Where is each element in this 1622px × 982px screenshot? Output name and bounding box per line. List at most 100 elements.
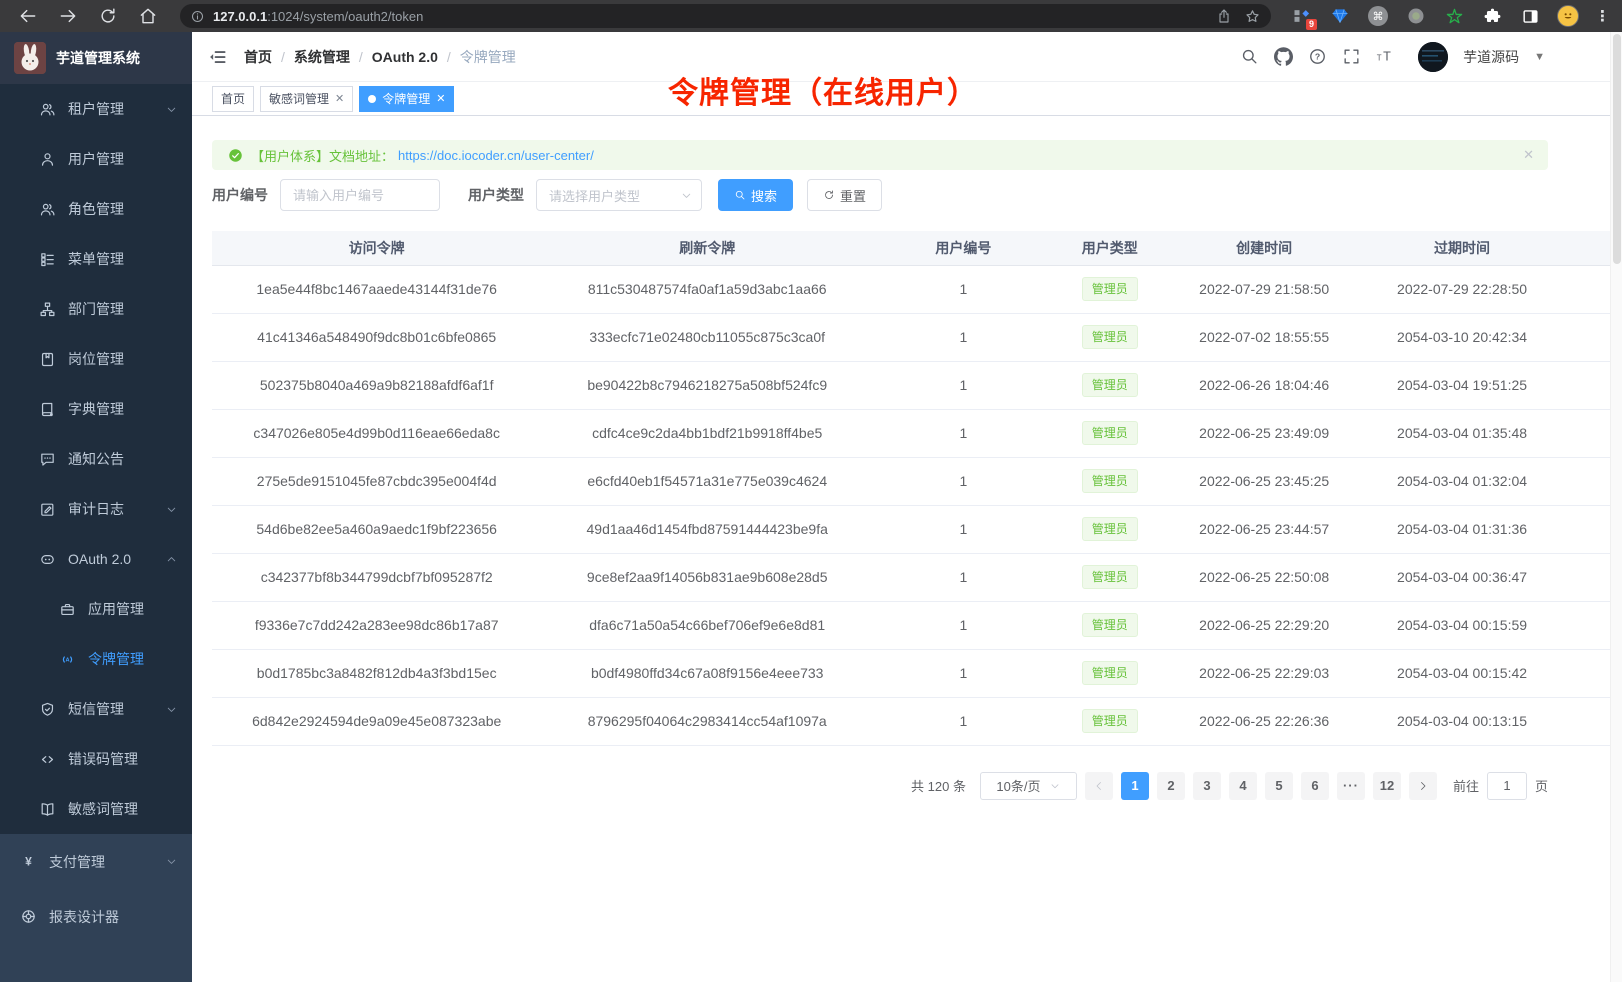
page-scrollbar[interactable] <box>1610 32 1622 982</box>
column-header: 用户编号 <box>873 231 1054 265</box>
access-token-cell: 54d6be82ee5a460a9aedc1f9bf223656 <box>212 505 541 553</box>
user-id-cell: 1 <box>873 505 1054 553</box>
breadcrumb-item-home[interactable]: 首页 <box>244 47 272 67</box>
page-button-6[interactable]: 6 <box>1301 772 1329 800</box>
sidebar-item-notice[interactable]: 通知公告 <box>0 434 192 484</box>
tab-close-icon[interactable]: ✕ <box>335 92 344 105</box>
pay-icon <box>20 853 37 870</box>
user-type-cell: 管理员 <box>1054 601 1166 649</box>
chevron-left-icon <box>1093 780 1105 792</box>
sidebar-item-dict[interactable]: 字典管理 <box>0 384 192 434</box>
page-size-select[interactable]: 10条/页 <box>980 772 1077 800</box>
reset-button[interactable]: 重置 <box>807 179 882 211</box>
sidebar-item-oauth2[interactable]: OAuth 2.0 <box>0 534 192 584</box>
browser-forward-icon[interactable] <box>58 6 78 26</box>
extension-command-icon[interactable]: ⌘ <box>1367 5 1389 27</box>
prev-page-button[interactable] <box>1085 772 1113 800</box>
search-form: 用户编号 用户类型 请选择用户类型 搜索 重置 <box>212 179 1548 211</box>
fullscreen-icon[interactable] <box>1342 47 1361 66</box>
expire-time-cell: 2054-03-04 00:15:59 <box>1363 601 1562 649</box>
profile-avatar-icon[interactable] <box>1557 5 1579 27</box>
share-icon[interactable] <box>1216 8 1232 24</box>
user-id-cell: 1 <box>873 409 1054 457</box>
extensions-puzzle-icon[interactable] <box>1481 5 1503 27</box>
breadcrumb-item-oauth2[interactable]: OAuth 2.0 <box>372 49 438 65</box>
sidebar-item-role[interactable]: 角色管理 <box>0 184 192 234</box>
sidebar-item-sensitive-word[interactable]: 敏感词管理 <box>0 784 192 834</box>
username[interactable]: 芋道源码 <box>1463 47 1519 67</box>
tab-close-icon[interactable]: ✕ <box>436 92 445 105</box>
page-button-5[interactable]: 5 <box>1265 772 1293 800</box>
user-type-cell: 管理员 <box>1054 505 1166 553</box>
browser-home-icon[interactable] <box>138 6 158 26</box>
github-icon[interactable] <box>1274 47 1293 66</box>
sidebar-item-label: 支付管理 <box>49 852 105 872</box>
sidebar-item-tenant[interactable]: 租户管理 <box>0 84 192 134</box>
sidebar-item-audit-log[interactable]: 审计日志 <box>0 484 192 534</box>
top-navbar: 首页/ 系统管理/ OAuth 2.0/ 令牌管理 ? TT 芋道源码 ▼ <box>192 32 1622 82</box>
sidebar-item-oauth2-token[interactable]: 令牌管理 <box>0 634 192 684</box>
sidebar-item-dept[interactable]: 部门管理 <box>0 284 192 334</box>
page-more-button[interactable]: ··· <box>1337 772 1365 800</box>
page-button-2[interactable]: 2 <box>1157 772 1185 800</box>
help-icon[interactable]: ? <box>1308 47 1327 66</box>
goto-page-input[interactable] <box>1487 772 1527 800</box>
browser-back-icon[interactable] <box>18 6 38 26</box>
scrollbar-thumb[interactable] <box>1613 34 1621 264</box>
sidebar-item-report-designer[interactable]: 报表设计器 <box>0 889 192 944</box>
sidebar-item-label: 岗位管理 <box>68 349 124 369</box>
tab-oauth2-token[interactable]: 令牌管理✕ <box>359 86 454 112</box>
refresh-token-cell: 333ecfc71e02480cb11055c875c3ca0f <box>541 313 873 361</box>
sidebar-item-error-code[interactable]: 错误码管理 <box>0 734 192 784</box>
alert-close-icon[interactable]: ✕ <box>1523 147 1534 163</box>
app-logo[interactable]: 芋道管理系统 <box>0 32 192 84</box>
url-host: 127.0.0.1 <box>213 9 267 24</box>
tab-label: 敏感词管理 <box>269 90 329 107</box>
column-header: 访问令牌 <box>212 231 541 265</box>
browser-reload-icon[interactable] <box>98 6 118 26</box>
sidebar-item-sms[interactable]: 短信管理 <box>0 684 192 734</box>
font-size-icon[interactable]: TT <box>1376 47 1395 66</box>
user-menu-caret-icon[interactable]: ▼ <box>1534 51 1545 63</box>
tab-active-dot <box>368 95 376 103</box>
sidebar-item-menu[interactable]: 菜单管理 <box>0 234 192 284</box>
sidebar-item-post[interactable]: 岗位管理 <box>0 334 192 384</box>
refresh-token-cell: 9ce8ef2aa9f14056b831ae9b608e28d5 <box>541 553 873 601</box>
created-time-cell: 2022-07-02 18:55:55 <box>1166 313 1363 361</box>
refresh-token-cell: dfa6c71a50a54c66bef706ef9e6e8d81 <box>541 601 873 649</box>
extension-gem-icon[interactable] <box>1329 5 1351 27</box>
search-icon[interactable] <box>1240 47 1259 66</box>
page-button-1[interactable]: 1 <box>1121 772 1149 800</box>
user-avatar[interactable] <box>1418 42 1448 72</box>
next-page-button[interactable] <box>1409 772 1437 800</box>
search-button[interactable]: 搜索 <box>718 179 793 211</box>
access-token-cell: 502375b8040a469a9b82188afdf6af1f <box>212 361 541 409</box>
tab-sensitive-word[interactable]: 敏感词管理 ✕ <box>260 86 353 112</box>
doc-link[interactable]: https://doc.iocoder.cn/user-center/ <box>398 148 594 163</box>
errcode-icon <box>39 751 56 768</box>
sidebar-item-oauth2-app[interactable]: 应用管理 <box>0 584 192 634</box>
sidebar-item-pay[interactable]: 支付管理 <box>0 834 192 889</box>
user-id-input[interactable] <box>280 179 440 211</box>
user-type-select[interactable]: 请选择用户类型 <box>536 179 702 211</box>
tab-home[interactable]: 首页 <box>212 86 254 112</box>
doc-alert: 【用户体系】文档地址： https://doc.iocoder.cn/user-… <box>212 140 1548 170</box>
extension-blocks-icon[interactable]: 9 <box>1291 5 1313 27</box>
page-button-3[interactable]: 3 <box>1193 772 1221 800</box>
chevron-down-icon <box>1049 780 1061 792</box>
sidebar-item-user[interactable]: 用户管理 <box>0 134 192 184</box>
table-row: 6d842e2924594de9a09e45e087323abe8796295f… <box>212 697 1622 745</box>
url-bar[interactable]: 127.0.0.1:1024/system/oauth2/token <box>180 4 1271 28</box>
browser-menu-icon[interactable]: ⋮ <box>1595 7 1610 25</box>
site-info-icon[interactable] <box>190 9 205 24</box>
sidebar-toggle-icon[interactable] <box>1519 5 1541 27</box>
extension-star-icon[interactable] <box>1443 5 1465 27</box>
breadcrumb-item-system[interactable]: 系统管理 <box>294 47 350 67</box>
bookmark-star-icon[interactable] <box>1244 8 1261 25</box>
extension-record-icon[interactable] <box>1405 5 1427 27</box>
page-button-12[interactable]: 12 <box>1373 772 1401 800</box>
page-button-4[interactable]: 4 <box>1229 772 1257 800</box>
user-type-badge: 管理员 <box>1082 565 1138 589</box>
refresh-token-cell: e6cfd40eb1f54571a31e775e039c4624 <box>541 457 873 505</box>
sidebar-collapse-icon[interactable] <box>208 47 228 67</box>
